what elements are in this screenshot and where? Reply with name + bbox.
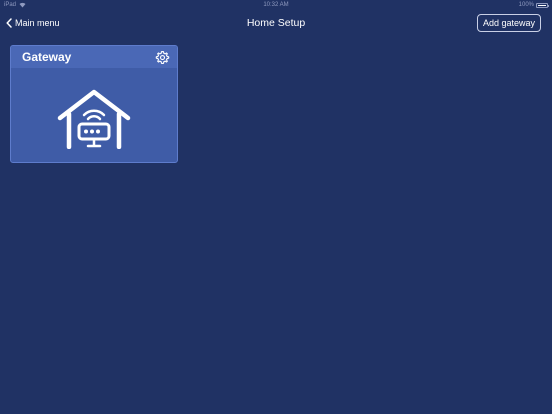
gateway-card[interactable]: Gateway <box>10 45 178 163</box>
home-setup-screen: iPad 10:32 AM 100% Home Setup Main menu … <box>0 0 552 414</box>
gateway-illustration <box>57 89 131 149</box>
battery-percentage: 100% <box>518 2 534 8</box>
gear-icon <box>155 51 170 64</box>
status-right: 100% <box>518 0 549 10</box>
gateway-settings-button[interactable] <box>155 50 170 65</box>
gateway-card-title: Gateway <box>22 50 72 64</box>
back-button[interactable]: Main menu <box>6 15 60 31</box>
status-time: 10:32 AM <box>263 2 289 8</box>
chevron-left-icon <box>6 18 12 28</box>
add-gateway-button[interactable]: Add gateway <box>476 14 541 32</box>
page-title: Home Setup <box>246 17 306 29</box>
status-bar: iPad 10:32 AM 100% <box>0 0 552 10</box>
battery-icon <box>536 2 549 8</box>
back-button-label: Main menu <box>15 18 60 28</box>
battery-level <box>538 4 546 6</box>
navigation-bar: Home Setup Main menu Add gateway <box>0 10 552 36</box>
gateway-card-header: Gateway <box>11 46 177 68</box>
home-gateway-icon <box>57 89 131 149</box>
